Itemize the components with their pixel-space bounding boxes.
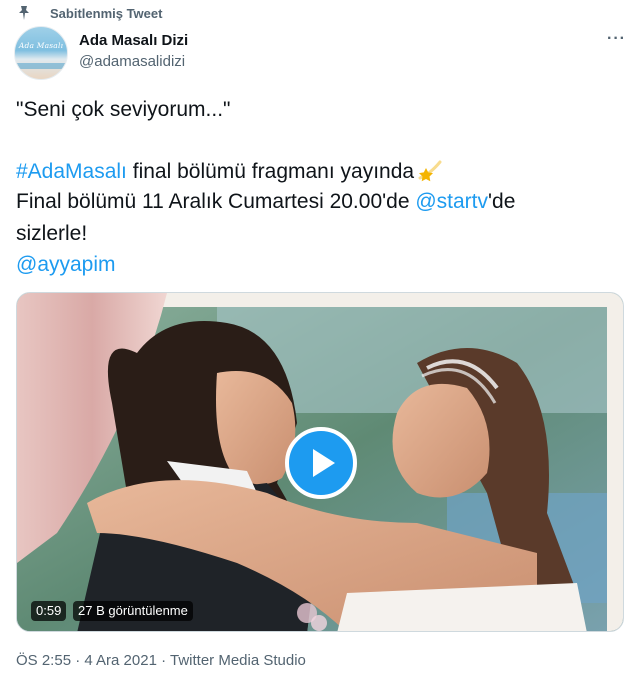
tweet-header: Ada Masalı Ada Masalı Dizi @adamasalidiz… [14,26,626,82]
author-name[interactable]: Ada Masalı Dizi [79,32,188,49]
avatar[interactable]: Ada Masalı [14,26,68,80]
mention-startv[interactable]: @startv [415,190,488,213]
tweet-text-line-5: @ayyapim [16,250,624,280]
more-options-icon[interactable]: ··· [607,30,626,48]
video-duration: 0:59 [31,601,67,621]
mention-ayyapim[interactable]: @ayyapim [16,253,116,276]
tweet-text-line-2: #AdaMasalı final bölümü fragmanı yayında [16,157,624,187]
tweet-text-line-3-end: 'de [488,190,516,213]
shooting-star-icon [418,158,444,182]
author-handle[interactable]: @adamasalidizi [79,53,185,70]
tweet-text-line-3: Final bölümü 11 Aralık Cumartesi 20.00'd… [16,187,624,217]
tweet-text-line-2-rest: final bölümü fragmanı yayında [126,160,415,183]
video-view-count: 27 B görüntülenme [73,601,193,621]
pinned-tweet-indicator: Sabitlenmiş Tweet [16,5,162,21]
hashtag-link[interactable]: #AdaMasalı [16,160,127,183]
play-button[interactable] [285,427,357,499]
play-icon [313,449,335,477]
tweet-text-line-3-start: Final bölümü 11 Aralık Cumartesi 20.00'd… [16,190,416,213]
tweet-text-line-1: "Seni çok seviyorum..." [16,98,231,121]
avatar-logo-text: Ada Masalı [18,41,64,50]
tweet-text-line-4: sizlerle! [16,222,88,245]
pinned-label: Sabitlenmiş Tweet [50,5,163,21]
pin-icon [16,5,32,21]
video-player[interactable]: 0:59 27 B görüntülenme [16,292,624,632]
tweet-metadata[interactable]: ÖS 2:55 · 4 Ara 2021 · Twitter Media Stu… [16,652,306,669]
